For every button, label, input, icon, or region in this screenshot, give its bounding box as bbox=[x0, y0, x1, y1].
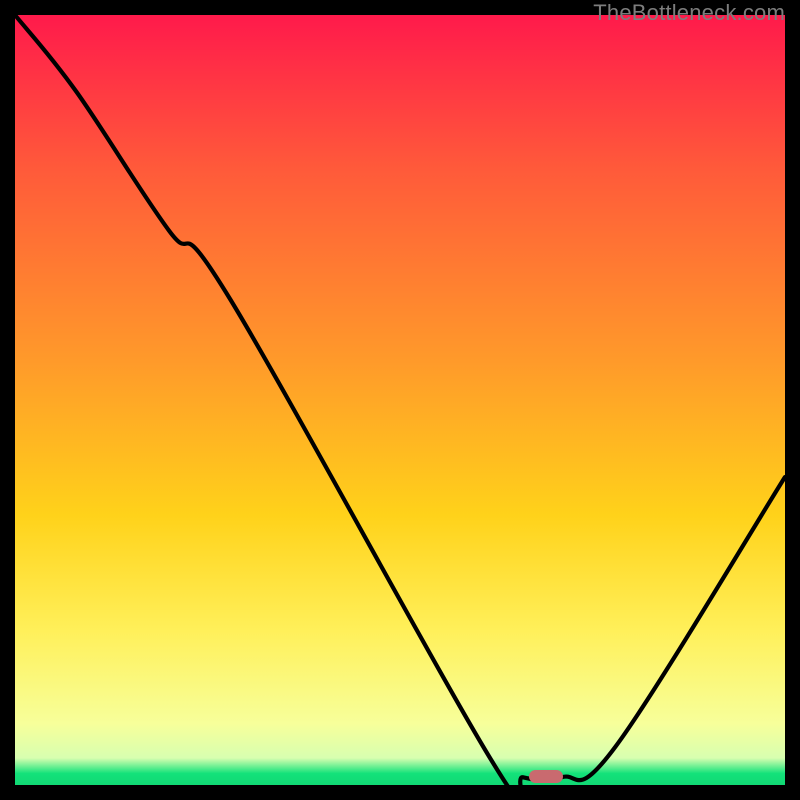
chart-area bbox=[15, 15, 785, 785]
optimal-marker bbox=[529, 770, 563, 783]
bottleneck-curve bbox=[15, 15, 785, 785]
watermark-text: TheBottleneck.com bbox=[593, 0, 785, 26]
